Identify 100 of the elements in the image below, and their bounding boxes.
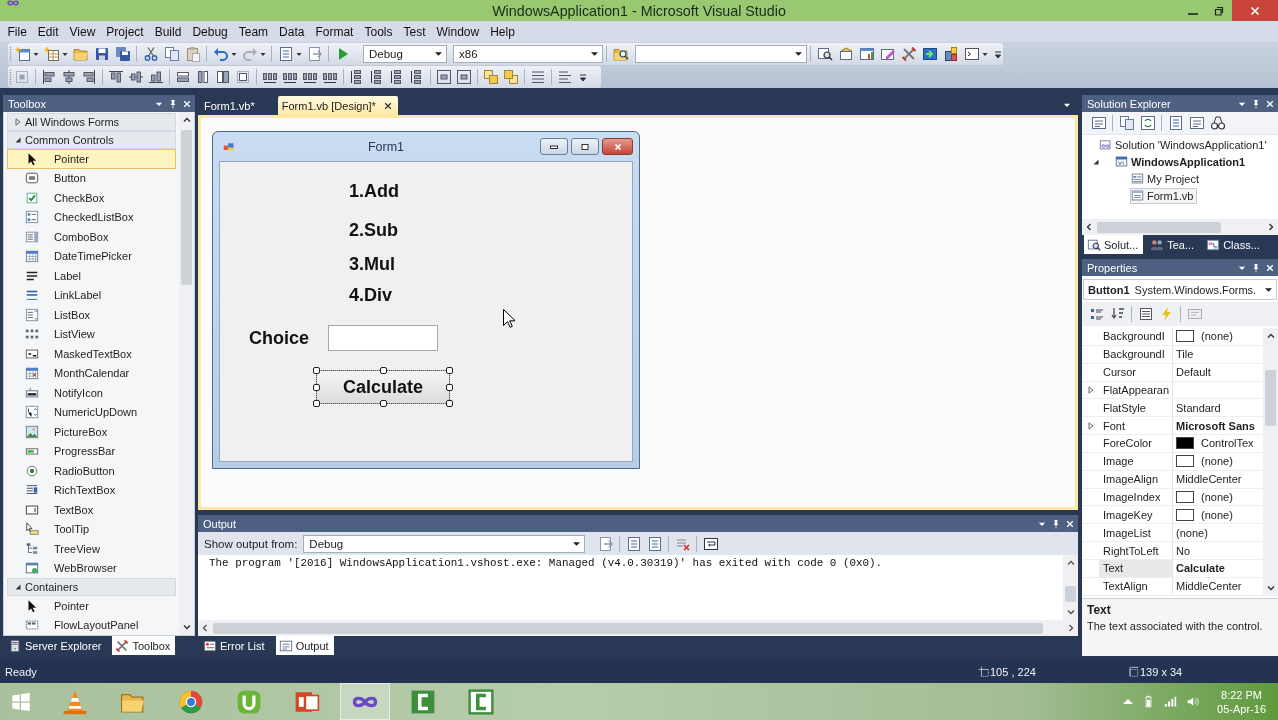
tree-item[interactable]: Form1.vb — [1130, 187, 1198, 204]
resize-handle-icon[interactable] — [313, 367, 320, 374]
scissors-icon[interactable] — [142, 45, 159, 62]
property-list-icon[interactable] — [1137, 306, 1154, 322]
grip-icon[interactable] — [9, 44, 12, 63]
expand-arrow-icon[interactable] — [14, 583, 22, 591]
scroll-left-icon[interactable] — [200, 623, 210, 633]
toolbox-item[interactable]: WebBrowser — [7, 558, 176, 578]
toolbox-item[interactable]: ToolTip — [7, 519, 176, 539]
property-value[interactable]: (none) — [1201, 491, 1233, 503]
tree-item[interactable]: WindowsApplication1 — [1114, 153, 1250, 170]
document-list-icon[interactable] — [646, 535, 663, 552]
configuration-dropdown[interactable]: Debug — [363, 44, 447, 63]
save-icon[interactable] — [93, 45, 110, 62]
same-height-icon[interactable] — [195, 68, 211, 85]
scrollbar-thumb[interactable] — [213, 622, 1043, 634]
scrollbar[interactable] — [179, 112, 194, 635]
center-frame-icon[interactable] — [456, 68, 472, 85]
toolbox-item[interactable]: RadioButton — [7, 461, 176, 481]
menu-item[interactable]: Project — [100, 24, 150, 39]
paste-icon[interactable] — [184, 45, 201, 62]
property-value[interactable]: Tile — [1176, 348, 1194, 361]
property-value[interactable]: Calculate — [1176, 562, 1225, 575]
menu-item[interactable]: Tools — [358, 24, 398, 39]
property-value[interactable]: ControlTex — [1201, 437, 1254, 450]
property-name[interactable]: Cursor — [1099, 363, 1173, 381]
squares-back-icon[interactable] — [503, 68, 519, 85]
calculate-button[interactable]: Calculate — [316, 370, 450, 404]
property-value[interactable]: (none) — [1201, 455, 1233, 468]
hand-card-icon[interactable] — [837, 45, 854, 62]
panel-tab[interactable]: Class... — [1203, 235, 1265, 254]
stacked-boxes-icon[interactable] — [942, 45, 959, 62]
property-name[interactable]: ImageList — [1099, 524, 1173, 542]
tree-item[interactable]: Solution 'WindowsApplication1' — [1098, 136, 1271, 153]
close-icon[interactable] — [382, 100, 393, 111]
align-right-icon[interactable] — [81, 68, 97, 85]
binoculars-icon[interactable] — [1209, 115, 1226, 131]
resize-handle-icon[interactable] — [313, 400, 320, 407]
form-window[interactable]: Form1 1.Add 2.Sub 3.Mul 4.Div Choice Calculate — [212, 131, 640, 469]
scroll-down-icon[interactable] — [181, 622, 192, 632]
resize-handle-icon[interactable] — [446, 400, 453, 407]
close-icon[interactable] — [1065, 518, 1075, 529]
property-name[interactable]: TextAlign — [1099, 577, 1173, 595]
scroll-right-icon[interactable] — [1266, 222, 1276, 232]
property-name[interactable]: ForeColor — [1099, 435, 1173, 452]
scrollbar-thumb[interactable] — [1065, 586, 1076, 602]
tools-icon[interactable] — [900, 45, 917, 62]
property-value[interactable]: No — [1176, 544, 1191, 557]
align-middle-icon[interactable] — [128, 68, 144, 85]
toolbox-item[interactable]: MonthCalendar — [7, 363, 176, 383]
form-label[interactable]: Choice — [249, 328, 309, 348]
window-magnifier-icon[interactable] — [816, 45, 833, 62]
output-source-dropdown[interactable]: Debug — [303, 534, 586, 553]
grip-icon[interactable] — [9, 67, 12, 86]
menu-item[interactable]: Help — [484, 24, 521, 39]
form-label[interactable]: 4.Div — [349, 285, 393, 305]
scroll-left-icon[interactable] — [1084, 222, 1094, 232]
save-all-icon[interactable] — [114, 45, 131, 62]
window-list-icon[interactable] — [1090, 115, 1107, 131]
property-value[interactable]: (none) — [1176, 526, 1208, 539]
overflow-icon[interactable] — [579, 71, 587, 82]
object-selector[interactable]: Button1 System.Windows.Forms. — [1083, 279, 1277, 300]
center-frame-icon[interactable] — [436, 68, 452, 85]
scrollbar[interactable] — [1063, 555, 1078, 620]
window-list-icon[interactable] — [1188, 115, 1205, 131]
scrollbar[interactable] — [1263, 328, 1278, 596]
property-value[interactable]: Default — [1176, 366, 1211, 379]
platform-dropdown[interactable]: x86 — [453, 44, 603, 63]
speaker-icon[interactable] — [1186, 695, 1200, 708]
resize-handle-icon[interactable] — [379, 400, 387, 407]
resize-handle-icon[interactable] — [446, 383, 453, 391]
scroll-up-icon[interactable] — [181, 115, 192, 125]
form-label[interactable]: 3.Mul — [349, 254, 395, 274]
toolbox-category[interactable]: Common Controls — [7, 131, 176, 149]
toolbox-item[interactable]: MaskedTextBox — [7, 344, 176, 364]
align-bottom-icon[interactable] — [148, 68, 164, 85]
menu-item[interactable]: Test — [398, 24, 431, 39]
maximize-button[interactable] — [571, 138, 599, 155]
close-icon[interactable] — [1265, 262, 1275, 273]
toolbox-item[interactable]: CheckBox — [7, 188, 176, 208]
property-name[interactable]: Font — [1099, 417, 1173, 435]
expand-arrow-icon[interactable] — [1092, 157, 1100, 166]
toolbox-item[interactable]: RichTextBox — [7, 480, 176, 500]
document-list-icon[interactable] — [1167, 115, 1184, 131]
scrollbar-thumb[interactable] — [1265, 370, 1276, 426]
scroll-down-icon[interactable] — [1265, 583, 1276, 593]
toolbox-category[interactable]: All Windows Forms — [7, 113, 176, 131]
property-name[interactable]: FlatAppearan — [1099, 381, 1173, 399]
menu-item[interactable]: Build — [149, 24, 187, 39]
panel-tab[interactable]: Solut... — [1084, 235, 1144, 254]
resize-handle-icon[interactable] — [379, 367, 387, 374]
minimize-button[interactable] — [540, 138, 568, 155]
panel-tab[interactable]: Toolbox — [112, 636, 176, 655]
menu-item[interactable]: Data — [273, 24, 310, 39]
toolbox-item[interactable]: ListView — [7, 324, 176, 344]
scroll-right-icon[interactable] — [1066, 623, 1076, 633]
resize-handle-icon[interactable] — [313, 383, 320, 391]
toolbox-item[interactable]: Pointer — [7, 149, 176, 169]
toolbox-category[interactable]: Containers — [7, 578, 176, 596]
panel-tab[interactable]: Output — [275, 636, 334, 655]
